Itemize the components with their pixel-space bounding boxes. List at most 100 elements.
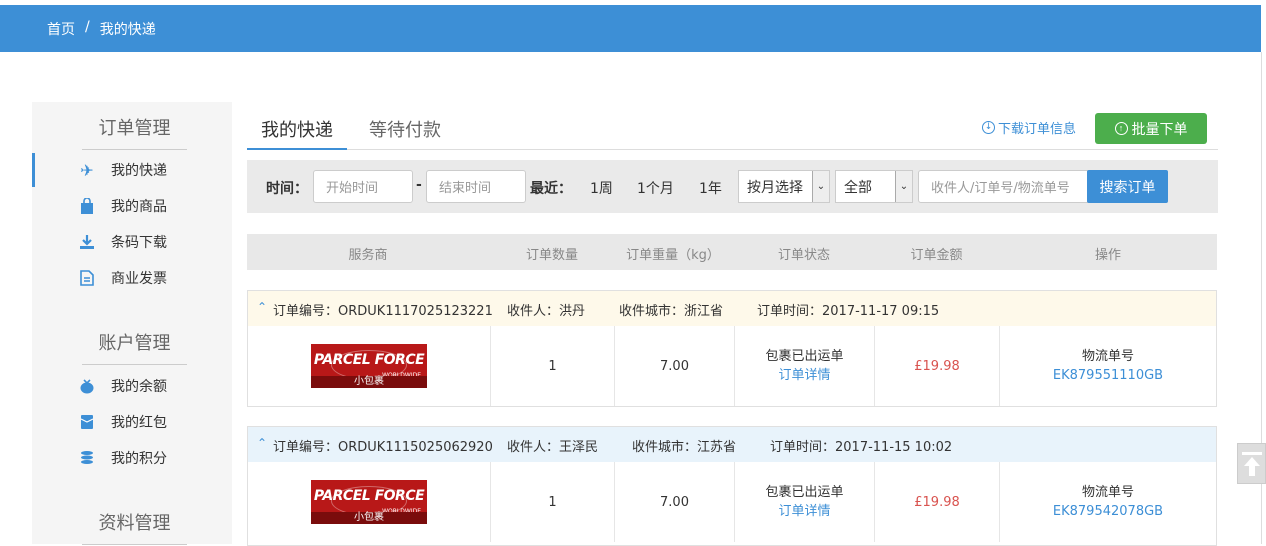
document-icon	[78, 269, 96, 287]
carrier-cell: PARCEL FORCE WORLDWIDE 小包裹	[248, 462, 491, 542]
order-number: 订单编号：ORDUK1115025062920	[273, 440, 493, 455]
order-row: PARCEL FORCE WORLDWIDE 小包裹 1 7.00 包裹已出运单…	[248, 462, 1216, 542]
order-detail-link[interactable]: 订单详情	[778, 502, 830, 521]
red-envelope-icon	[78, 413, 96, 431]
status-cell: 包裹已出运单 订单详情	[735, 462, 875, 542]
breadcrumb-home-link[interactable]: 首页	[47, 19, 75, 39]
order-number: 订单编号：ORDUK1117025123221	[273, 304, 493, 319]
search-orders-button[interactable]: 搜索订单	[1087, 170, 1168, 203]
breadcrumb-separator: /	[85, 19, 90, 35]
sidebar-item-label: 我的积分	[111, 451, 167, 467]
sidebar-item-my-express[interactable]: ✈ 我的快递	[32, 153, 232, 187]
chevron-down-icon: ⌄	[812, 171, 829, 202]
sidebar-item-barcode-download[interactable]: 条码下载	[32, 225, 232, 259]
parcelforce-logo: PARCEL FORCE WORLDWIDE 小包裹	[311, 480, 427, 524]
status-select[interactable]: 全部 ⌄	[835, 170, 913, 203]
range-1-year[interactable]: 1年	[699, 178, 722, 198]
download-icon	[78, 233, 96, 251]
sidebar: 订单管理 ✈ 我的快递 我的商品 条码下载 商业发票 账户管理 我的余额 我的红…	[32, 102, 232, 545]
time-label: 时间：	[266, 181, 308, 197]
sidebar-item-label: 条码下载	[111, 235, 167, 251]
order-header[interactable]: ⌃ 订单编号：ORDUK1117025123221 收件人：洪丹 收件城市：浙江…	[248, 291, 1216, 326]
sidebar-item-my-balance[interactable]: 我的余额	[32, 369, 232, 403]
tracking-label: 物流单号	[1081, 349, 1134, 364]
col-carrier: 服务商	[348, 248, 388, 263]
status-select-value: 全部	[844, 179, 872, 196]
col-status: 订单状态	[777, 248, 830, 263]
col-quantity: 订单数量	[525, 248, 578, 263]
sidebar-item-label: 我的快递	[111, 163, 167, 179]
order-time: 订单时间：2017-11-15 10:02	[770, 440, 953, 455]
batch-order-label: 批量下单	[1131, 120, 1188, 137]
order-recipient: 收件人：洪丹	[507, 304, 586, 319]
caret-up-icon[interactable]: ⌃	[257, 436, 267, 450]
col-weight: 订单重量（kg）	[626, 248, 720, 263]
end-time-input[interactable]: 结束时间	[426, 170, 526, 203]
sidebar-item-my-products[interactable]: 我的商品	[32, 189, 232, 223]
col-actions: 操作	[1094, 248, 1121, 263]
order-time: 订单时间：2017-11-17 09:15	[757, 304, 940, 319]
tracking-label: 物流单号	[1081, 485, 1134, 500]
search-input[interactable]: 收件人/订单号/物流单号	[918, 170, 1088, 203]
amount-cell: £19.98	[875, 326, 1000, 406]
sidebar-section-orders: 订单管理	[82, 114, 187, 150]
quantity-cell: 1	[491, 462, 615, 542]
order-row: PARCEL FORCE WORLDWIDE 小包裹 1 7.00 包裹已出运单…	[248, 326, 1216, 406]
shopping-bag-icon	[78, 197, 96, 215]
batch-order-button[interactable]: ↑ 批量下单	[1095, 113, 1207, 144]
order-recipient: 收件人：王泽民	[507, 440, 599, 455]
order-status: 包裹已出运单	[765, 349, 844, 364]
tracking-cell: 物流单号 EK879551110GB	[1000, 326, 1216, 406]
range-1-month[interactable]: 1个月	[637, 178, 674, 198]
start-time-input[interactable]: 开始时间	[313, 170, 413, 203]
sidebar-item-my-points[interactable]: 我的积分	[32, 441, 232, 475]
filter-bar: 时间： 开始时间 - 结束时间 最近： 1周 1个月 1年 按月选择 ⌄ 全部 …	[247, 160, 1218, 213]
order-header[interactable]: ⌃ 订单编号：ORDUK1115025062920 收件人：王泽民 收件城市：江…	[248, 427, 1216, 462]
quantity-cell: 1	[491, 326, 615, 406]
table-header: 服务商 订单数量 订单重量（kg） 订单状态 订单金额 操作	[247, 234, 1217, 270]
money-bag-icon	[78, 377, 96, 395]
sidebar-item-label: 商业发票	[111, 271, 167, 287]
order-status: 包裹已出运单	[765, 485, 844, 500]
order-card: ⌃ 订单编号：ORDUK1117025123221 收件人：洪丹 收件城市：浙江…	[247, 290, 1217, 407]
carrier-cell: PARCEL FORCE WORLDWIDE 小包裹	[248, 326, 491, 406]
tab-my-express[interactable]: 我的快递	[247, 116, 347, 150]
month-select[interactable]: 按月选择 ⌄	[738, 170, 830, 203]
coins-icon	[78, 449, 96, 467]
tab-awaiting-payment[interactable]: 等待付款	[369, 116, 441, 150]
order-card: ⌃ 订单编号：ORDUK1115025062920 收件人：王泽民 收件城市：江…	[247, 426, 1217, 546]
col-amount: 订单金额	[910, 248, 963, 263]
breadcrumb: 首页 / 我的快递	[47, 19, 156, 39]
sidebar-item-my-red-envelope[interactable]: 我的红包	[32, 405, 232, 439]
weight-cell: 7.00	[615, 462, 735, 542]
carrier-tag: 小包裹	[311, 376, 427, 388]
caret-up-icon[interactable]: ⌃	[257, 300, 267, 314]
download-circle-icon: ↓	[982, 121, 995, 134]
carrier-tag: 小包裹	[311, 512, 427, 524]
amount-cell: £19.98	[875, 462, 1000, 542]
order-city: 收件城市：江苏省	[632, 440, 737, 455]
tracking-cell: 物流单号 EK879542078GB	[1000, 462, 1216, 542]
sidebar-item-label: 我的红包	[111, 415, 167, 431]
airplane-icon: ✈	[80, 160, 94, 180]
back-to-top-button[interactable]	[1237, 443, 1266, 484]
sidebar-section-profile: 资料管理	[82, 509, 187, 545]
download-order-info-link[interactable]: ↓ 下载订单信息	[982, 118, 1076, 137]
parcelforce-logo: PARCEL FORCE WORLDWIDE 小包裹	[311, 344, 427, 388]
breadcrumb-current: 我的快递	[99, 22, 156, 38]
arrow-up-icon	[1241, 451, 1262, 476]
month-select-value: 按月选择	[747, 179, 803, 196]
chevron-down-icon: ⌄	[895, 171, 912, 202]
download-order-info-label: 下载订单信息	[998, 122, 1077, 137]
upload-circle-icon: ↑	[1114, 122, 1128, 135]
sidebar-item-commercial-invoice[interactable]: 商业发票	[32, 261, 232, 295]
date-range-dash: -	[416, 177, 422, 193]
order-city: 收件城市：浙江省	[619, 304, 724, 319]
order-detail-link[interactable]: 订单详情	[778, 366, 830, 385]
sidebar-section-account: 账户管理	[82, 329, 187, 365]
sidebar-item-label: 我的余额	[111, 379, 167, 395]
range-1-week[interactable]: 1周	[590, 178, 613, 198]
tracking-number-link[interactable]: EK879551110GB	[1053, 366, 1163, 385]
status-cell: 包裹已出运单 订单详情	[735, 326, 875, 406]
tracking-number-link[interactable]: EK879542078GB	[1053, 502, 1163, 521]
